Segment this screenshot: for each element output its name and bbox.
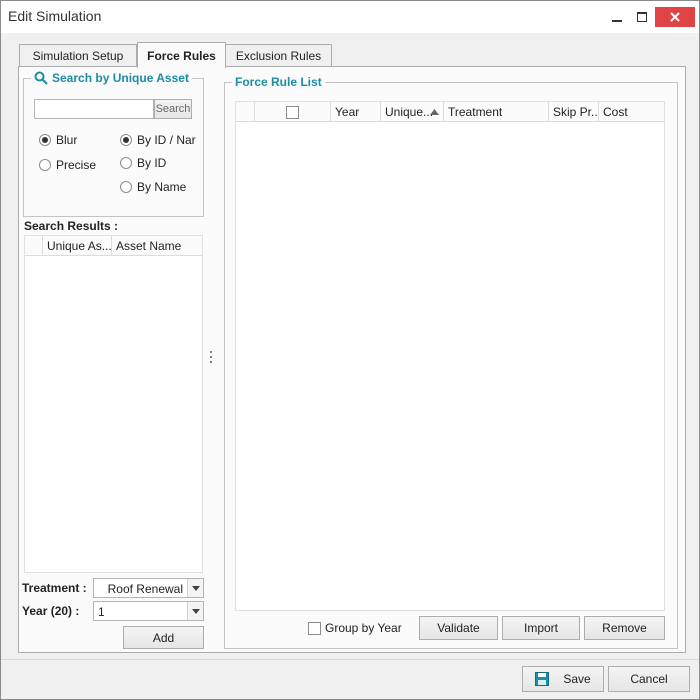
tab-force-rules[interactable]: Force Rules (137, 42, 226, 68)
add-button[interactable]: Add (123, 626, 204, 649)
column-header-skip[interactable]: Skip Pr... (549, 102, 599, 122)
select-all-column[interactable] (255, 102, 331, 122)
validate-button[interactable]: Validate (419, 616, 498, 640)
radio-circle (39, 159, 51, 171)
radio-by-id[interactable]: By ID (120, 156, 166, 170)
column-header-treatment[interactable]: Treatment (444, 102, 549, 122)
maximize-button[interactable] (628, 7, 656, 27)
tab-label: Force Rules (147, 48, 216, 63)
search-results-grid[interactable]: Unique As... Asset Name (24, 235, 203, 573)
column-header-year[interactable]: Year (331, 102, 381, 122)
row-indicator-column (25, 236, 43, 256)
row-indicator-column (236, 102, 255, 122)
group-by-year-checkbox[interactable]: Group by Year (308, 621, 402, 635)
radio-by-name[interactable]: By Name (120, 180, 186, 194)
minimize-button[interactable] (603, 7, 631, 27)
maximize-icon (637, 12, 647, 22)
year-dropdown[interactable]: 1 (93, 601, 204, 621)
radio-circle (39, 134, 51, 146)
minimize-icon (612, 20, 622, 22)
year-value: 1 (98, 605, 105, 619)
dialog-footer: Save Cancel (1, 659, 699, 699)
tab-simulation-setup[interactable]: Simulation Setup (19, 44, 137, 67)
save-icon (535, 672, 550, 686)
tab-label: Exclusion Rules (235, 49, 322, 63)
search-results-label: Search Results : (24, 219, 119, 233)
grid-header: Year Unique... Treatment Skip Pr... Cost (236, 102, 664, 122)
splitter-handle[interactable] (209, 350, 213, 364)
remove-button[interactable]: Remove (584, 616, 665, 640)
column-header-cost[interactable]: Cost (599, 102, 666, 122)
column-header-asset-name[interactable]: Asset Name (112, 236, 204, 256)
title-bar[interactable]: Edit Simulation (1, 1, 699, 33)
close-button[interactable] (655, 7, 695, 27)
search-input[interactable] (34, 99, 154, 119)
column-header-unique[interactable]: Unique... (381, 102, 444, 122)
grid-header: Unique As... Asset Name (25, 236, 202, 256)
tab-label: Simulation Setup (32, 49, 124, 63)
force-rule-list-caption: Force Rule List (232, 74, 325, 90)
search-group-caption: Search by Unique Asset (31, 70, 192, 86)
chevron-down-icon[interactable] (187, 579, 203, 597)
year-label: Year (20) : (22, 604, 80, 618)
radio-blur[interactable]: Blur (39, 133, 77, 147)
radio-circle (120, 181, 132, 193)
radio-circle (120, 134, 132, 146)
radio-precise[interactable]: Precise (39, 158, 96, 172)
window-title: Edit Simulation (8, 8, 102, 24)
radio-by-id-name[interactable]: By ID / Nar (120, 133, 196, 147)
import-button[interactable]: Import (502, 616, 580, 640)
force-rule-grid[interactable]: Year Unique... Treatment Skip Pr... Cost (235, 101, 665, 611)
chevron-down-icon[interactable] (187, 602, 203, 620)
treatment-value: Roof Renewal (107, 582, 183, 596)
select-all-checkbox[interactable] (286, 105, 299, 119)
treatment-label: Treatment : (22, 581, 87, 595)
radio-circle (120, 157, 132, 169)
cancel-button[interactable]: Cancel (608, 666, 690, 692)
search-button[interactable]: Search (154, 99, 192, 119)
save-button[interactable]: Save (522, 666, 604, 692)
treatment-dropdown[interactable]: Roof Renewal (93, 578, 204, 598)
force-rules-page: Search by Unique Asset Search Blur Preci… (18, 66, 686, 653)
close-icon (670, 12, 680, 22)
sort-ascending-icon (430, 109, 439, 115)
edit-simulation-window: Edit Simulation Simulation Setup Force R… (0, 0, 700, 700)
tab-exclusion-rules[interactable]: Exclusion Rules (225, 44, 332, 67)
checkbox-box[interactable] (308, 621, 321, 635)
splitter-grip-icon (210, 351, 212, 363)
search-icon (34, 71, 48, 85)
column-header-unique-asset[interactable]: Unique As... (43, 236, 112, 256)
